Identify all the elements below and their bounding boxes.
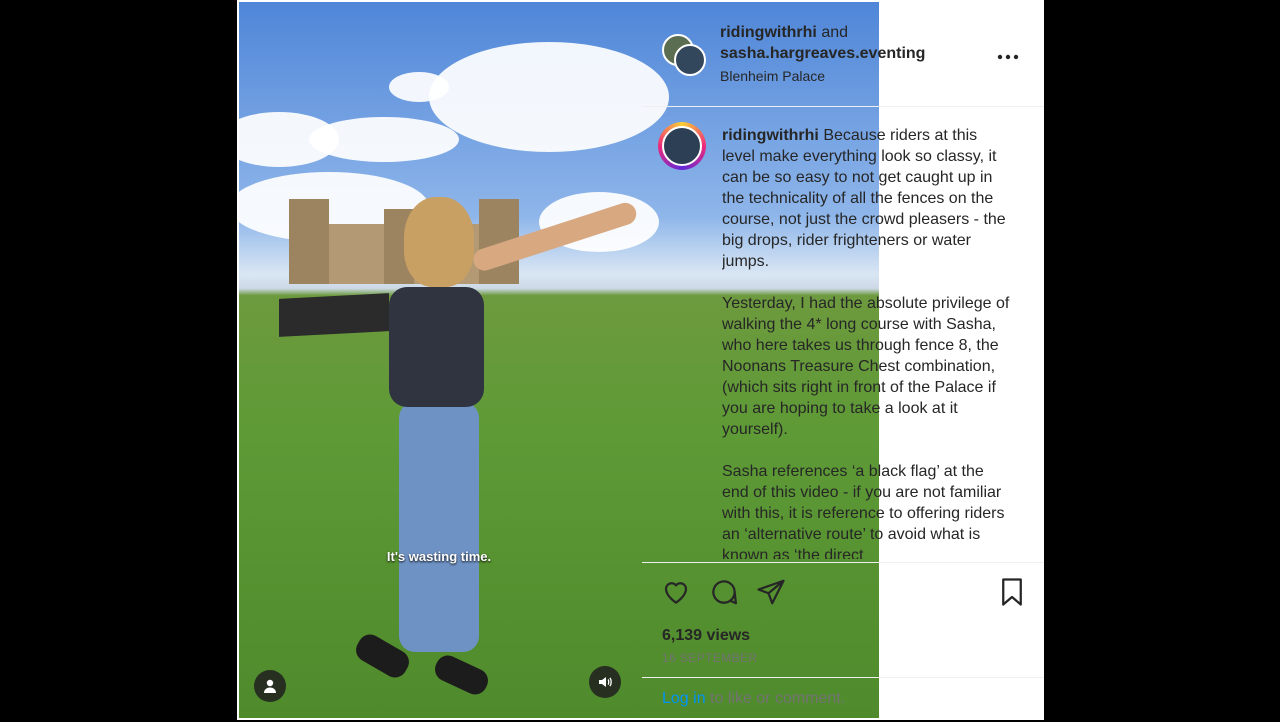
- course-banner: [279, 293, 389, 337]
- post-frame: It's wasting time. ridingwithrhi and sas…: [237, 0, 1044, 720]
- user-icon: [264, 679, 276, 693]
- person-head: [404, 197, 474, 287]
- more-options-button[interactable]: [997, 40, 1019, 66]
- like-button[interactable]: [661, 577, 693, 609]
- comment-button[interactable]: [709, 577, 741, 609]
- location-link[interactable]: Blenheim Palace: [720, 68, 825, 84]
- avatar: [674, 44, 706, 76]
- save-button[interactable]: [997, 577, 1029, 609]
- login-rest: to like or comment.: [705, 690, 846, 707]
- post-actions: 6,139 views 16 SEPTEMBER Log in to like …: [642, 562, 1044, 721]
- post-details-panel: ridingwithrhi and sasha.hargreaves.event…: [642, 0, 1044, 720]
- post-date: 16 SEPTEMBER: [662, 651, 758, 665]
- video-subtitle: It's wasting time.: [386, 549, 492, 564]
- authors-joiner: and: [816, 24, 849, 41]
- post-authors: ridingwithrhi and sasha.hargreaves.event…: [720, 22, 925, 64]
- caption-paragraph: Sasha references ‘a black flag’ at the e…: [722, 463, 1005, 559]
- view-count: 6,139 views: [662, 627, 751, 644]
- collab-avatars[interactable]: [662, 34, 706, 78]
- login-prompt: Log in to like or comment.: [662, 690, 845, 708]
- share-button[interactable]: [756, 577, 788, 609]
- post-header: ridingwithrhi and sasha.hargreaves.event…: [642, 0, 1044, 107]
- heart-icon: [664, 582, 688, 604]
- login-link[interactable]: Log in: [662, 690, 706, 707]
- person-legs: [399, 402, 479, 652]
- cloud: [389, 72, 449, 102]
- caption-username[interactable]: ridingwithrhi: [722, 127, 819, 144]
- palace-tower: [289, 199, 329, 284]
- caption-paragraph: Yesterday, I had the absolute privilege …: [722, 295, 1010, 438]
- avatar: [662, 126, 702, 166]
- caption-avatar[interactable]: [658, 122, 706, 170]
- comment-icon: [712, 580, 737, 605]
- author-link[interactable]: sasha.hargreaves.eventing: [720, 45, 925, 62]
- volume-button[interactable]: [589, 666, 621, 698]
- cloud: [309, 117, 459, 162]
- person-body: [389, 287, 484, 407]
- post-caption: ridingwithrhi Because riders at this lev…: [722, 125, 1014, 559]
- bookmark-icon: [1002, 578, 1022, 606]
- more-horizontal-icon: [997, 54, 1019, 60]
- author-link[interactable]: ridingwithrhi: [720, 24, 817, 41]
- login-bar: Log in to like or comment.: [642, 677, 1044, 722]
- speaker-icon: [599, 677, 612, 687]
- cloud: [429, 42, 669, 152]
- share-icon: [757, 579, 785, 605]
- person-shoe: [431, 651, 492, 699]
- caption-paragraph: Because riders at this level make everyt…: [722, 127, 1006, 270]
- tagged-users-button[interactable]: [254, 670, 286, 702]
